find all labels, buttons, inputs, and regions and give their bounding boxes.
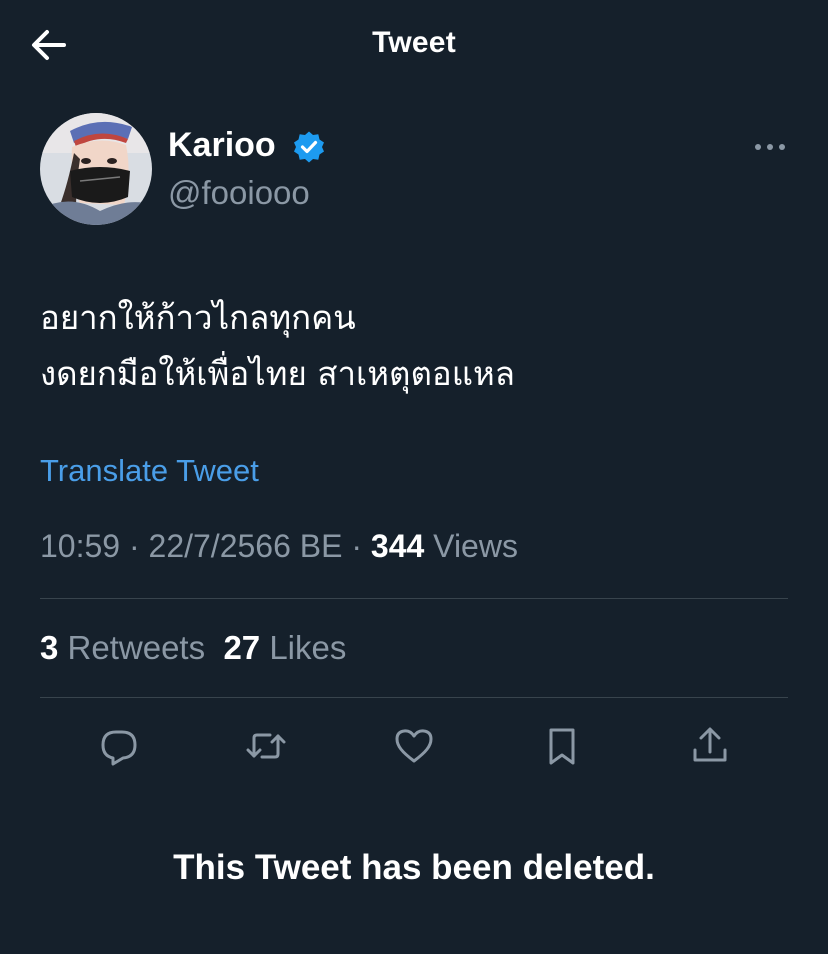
likes-stat[interactable]: 27 Likes bbox=[223, 629, 346, 666]
bookmark-icon bbox=[549, 728, 575, 765]
share-icon bbox=[693, 727, 727, 762]
retweets-stat[interactable]: 3 Retweets bbox=[40, 629, 205, 666]
bookmark-button[interactable] bbox=[540, 724, 584, 768]
more-horizontal-icon bbox=[755, 144, 785, 150]
like-heart-icon bbox=[395, 729, 433, 763]
meta-separator: · bbox=[351, 528, 371, 564]
display-name[interactable]: Karioo bbox=[168, 126, 276, 165]
retweets-label: Retweets bbox=[67, 629, 206, 666]
more-options-button[interactable] bbox=[748, 132, 792, 162]
retweets-count: 3 bbox=[40, 629, 59, 666]
views-count: 344 bbox=[370, 528, 425, 564]
engagement-stats: 3 Retweets 27 Likes bbox=[40, 629, 346, 667]
user-handle[interactable]: @fooiooo bbox=[168, 174, 310, 212]
page-title: Tweet bbox=[372, 26, 456, 59]
divider bbox=[40, 697, 788, 698]
verified-badge-icon bbox=[292, 130, 326, 164]
likes-count: 27 bbox=[223, 629, 261, 666]
deleted-notice: This Tweet has been deleted. bbox=[173, 848, 655, 887]
tweet-metadata: 10:59 · 22/7/2566 BE · 344 Views bbox=[40, 528, 518, 565]
translate-tweet-link[interactable]: Translate Tweet bbox=[40, 453, 259, 489]
top-bar: Tweet bbox=[0, 0, 828, 90]
tweet-time[interactable]: 10:59 bbox=[40, 528, 120, 564]
reply-button[interactable] bbox=[97, 724, 141, 768]
meta-separator: · bbox=[128, 528, 149, 564]
tweet-text: อยากให้ก้าวไกลทุกคน งดยกมือให้เพื่อไทย ส… bbox=[40, 290, 800, 402]
likes-label: Likes bbox=[269, 629, 347, 666]
share-button[interactable] bbox=[688, 724, 732, 768]
retweet-button[interactable] bbox=[244, 724, 288, 768]
retweet-icon bbox=[246, 733, 286, 759]
reply-icon bbox=[101, 730, 137, 766]
like-button[interactable] bbox=[392, 724, 436, 768]
tweet-text-line: งดยกมือให้เพื่อไทย สาเหตุตอแหล bbox=[40, 354, 515, 393]
views-label: Views bbox=[433, 528, 518, 564]
tweet-date[interactable]: 22/7/2566 BE bbox=[149, 528, 343, 564]
divider bbox=[40, 598, 788, 599]
tweet-text-line: อยากให้ก้าวไกลทุกคน bbox=[40, 298, 356, 337]
avatar[interactable] bbox=[40, 113, 152, 225]
